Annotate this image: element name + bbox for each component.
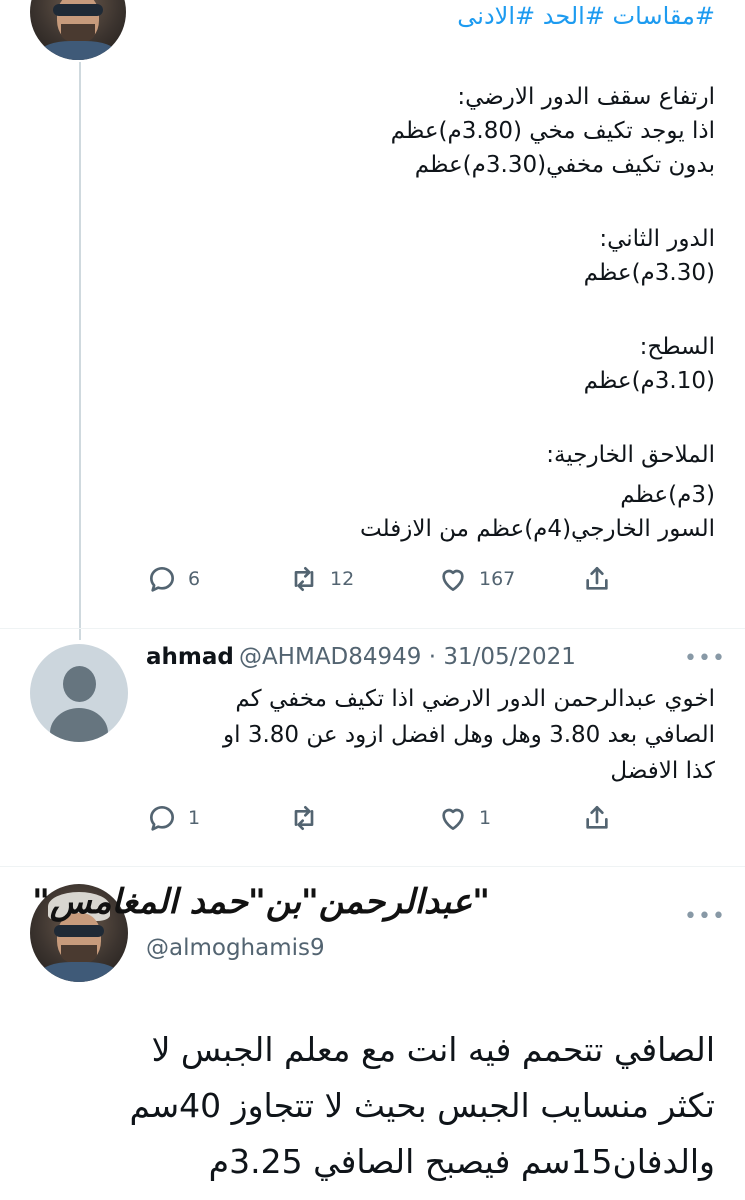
reply-author-meta[interactable]: @AHMAD84949 · 31/05/2021 <box>239 644 576 670</box>
like-button[interactable]: 167 <box>437 563 515 595</box>
retweet-button[interactable] <box>288 802 330 834</box>
tweet-text-line: اذا يوجد تكيف مخي (3.80م)عظم <box>390 118 715 144</box>
share-icon <box>586 567 608 590</box>
author-avatar[interactable] <box>30 0 126 60</box>
tweet-text-line: (3.30م)عظم <box>583 260 715 286</box>
reply-count: 1 <box>188 807 201 829</box>
more-options-button[interactable]: ••• <box>684 904 726 929</box>
share-button[interactable] <box>581 563 613 595</box>
reply-icon <box>150 806 174 831</box>
retweet-icon <box>294 567 314 591</box>
tweet-text-line: (3.10م)عظم <box>583 368 715 394</box>
author-display-name[interactable]: "عبدالرحمن"بن"حمد المغامس" <box>32 882 490 922</box>
like-icon <box>442 808 464 830</box>
tweet-text-line: الدور الثاني: <box>599 226 715 252</box>
tweet-divider <box>0 866 745 867</box>
reply-text-line: الصافي بعد 3.80 وهل وهل افضل ازود عن 3.8… <box>223 722 715 748</box>
hashtags-link[interactable]: #مقاسات #الحد #الادنى <box>457 2 715 30</box>
more-options-button[interactable]: ••• <box>684 646 726 671</box>
reply-text-line: اخوي عبدالرحمن الدور الارضي اذا تكيف مخف… <box>235 686 715 712</box>
tweet-text-line: بدون تكيف مخفي(3.30م)عظم <box>414 152 715 178</box>
like-count: 167 <box>479 568 516 590</box>
reply-icon <box>150 567 174 592</box>
retweet-count: 12 <box>330 568 355 590</box>
like-button[interactable]: 1 <box>437 802 491 834</box>
reply-button[interactable]: 6 <box>146 563 200 595</box>
reply-button[interactable]: 1 <box>146 802 200 834</box>
main-tweet-text-line: الصافي تتحمم فيه انت مع معلم الجبس لا <box>151 1030 715 1069</box>
more-icon: ••• <box>684 646 726 671</box>
tweet-divider <box>0 628 745 629</box>
tweet-text-line: ارتفاع سقف الدور الارضي: <box>457 84 715 110</box>
reply-header: ahmad @AHMAD84949 · 31/05/2021 <box>146 644 576 670</box>
reply-count: 6 <box>188 568 201 590</box>
tweet-text-line: (3م)عظم <box>620 482 715 508</box>
more-icon: ••• <box>684 904 726 929</box>
thread-connector-line <box>79 62 81 640</box>
main-tweet-text-line: تكثر منسايب الجبس بحيث لا تتجاوز 40سم <box>129 1086 715 1125</box>
reply-author-name[interactable]: ahmad <box>146 644 234 670</box>
author-handle[interactable]: @almoghamis9 <box>146 935 325 961</box>
like-count: 1 <box>479 807 492 829</box>
reply-avatar[interactable] <box>30 644 128 742</box>
tweet-text-line: السور الخارجي(4م)عظم من الازفلت <box>360 516 715 542</box>
retweet-icon <box>294 806 314 830</box>
main-tweet-text-line: والدفان15سم فيصبح الصافي 3.25م <box>208 1142 715 1181</box>
share-button[interactable] <box>581 802 613 834</box>
like-icon <box>442 569 464 591</box>
share-icon <box>586 806 608 829</box>
tweet-text-line: الملاحق الخارجية: <box>546 442 715 468</box>
reply-text-line: كذا الافضل <box>610 758 715 784</box>
retweet-button[interactable]: 12 <box>288 563 354 595</box>
tweet-text-line: السطح: <box>639 334 715 360</box>
